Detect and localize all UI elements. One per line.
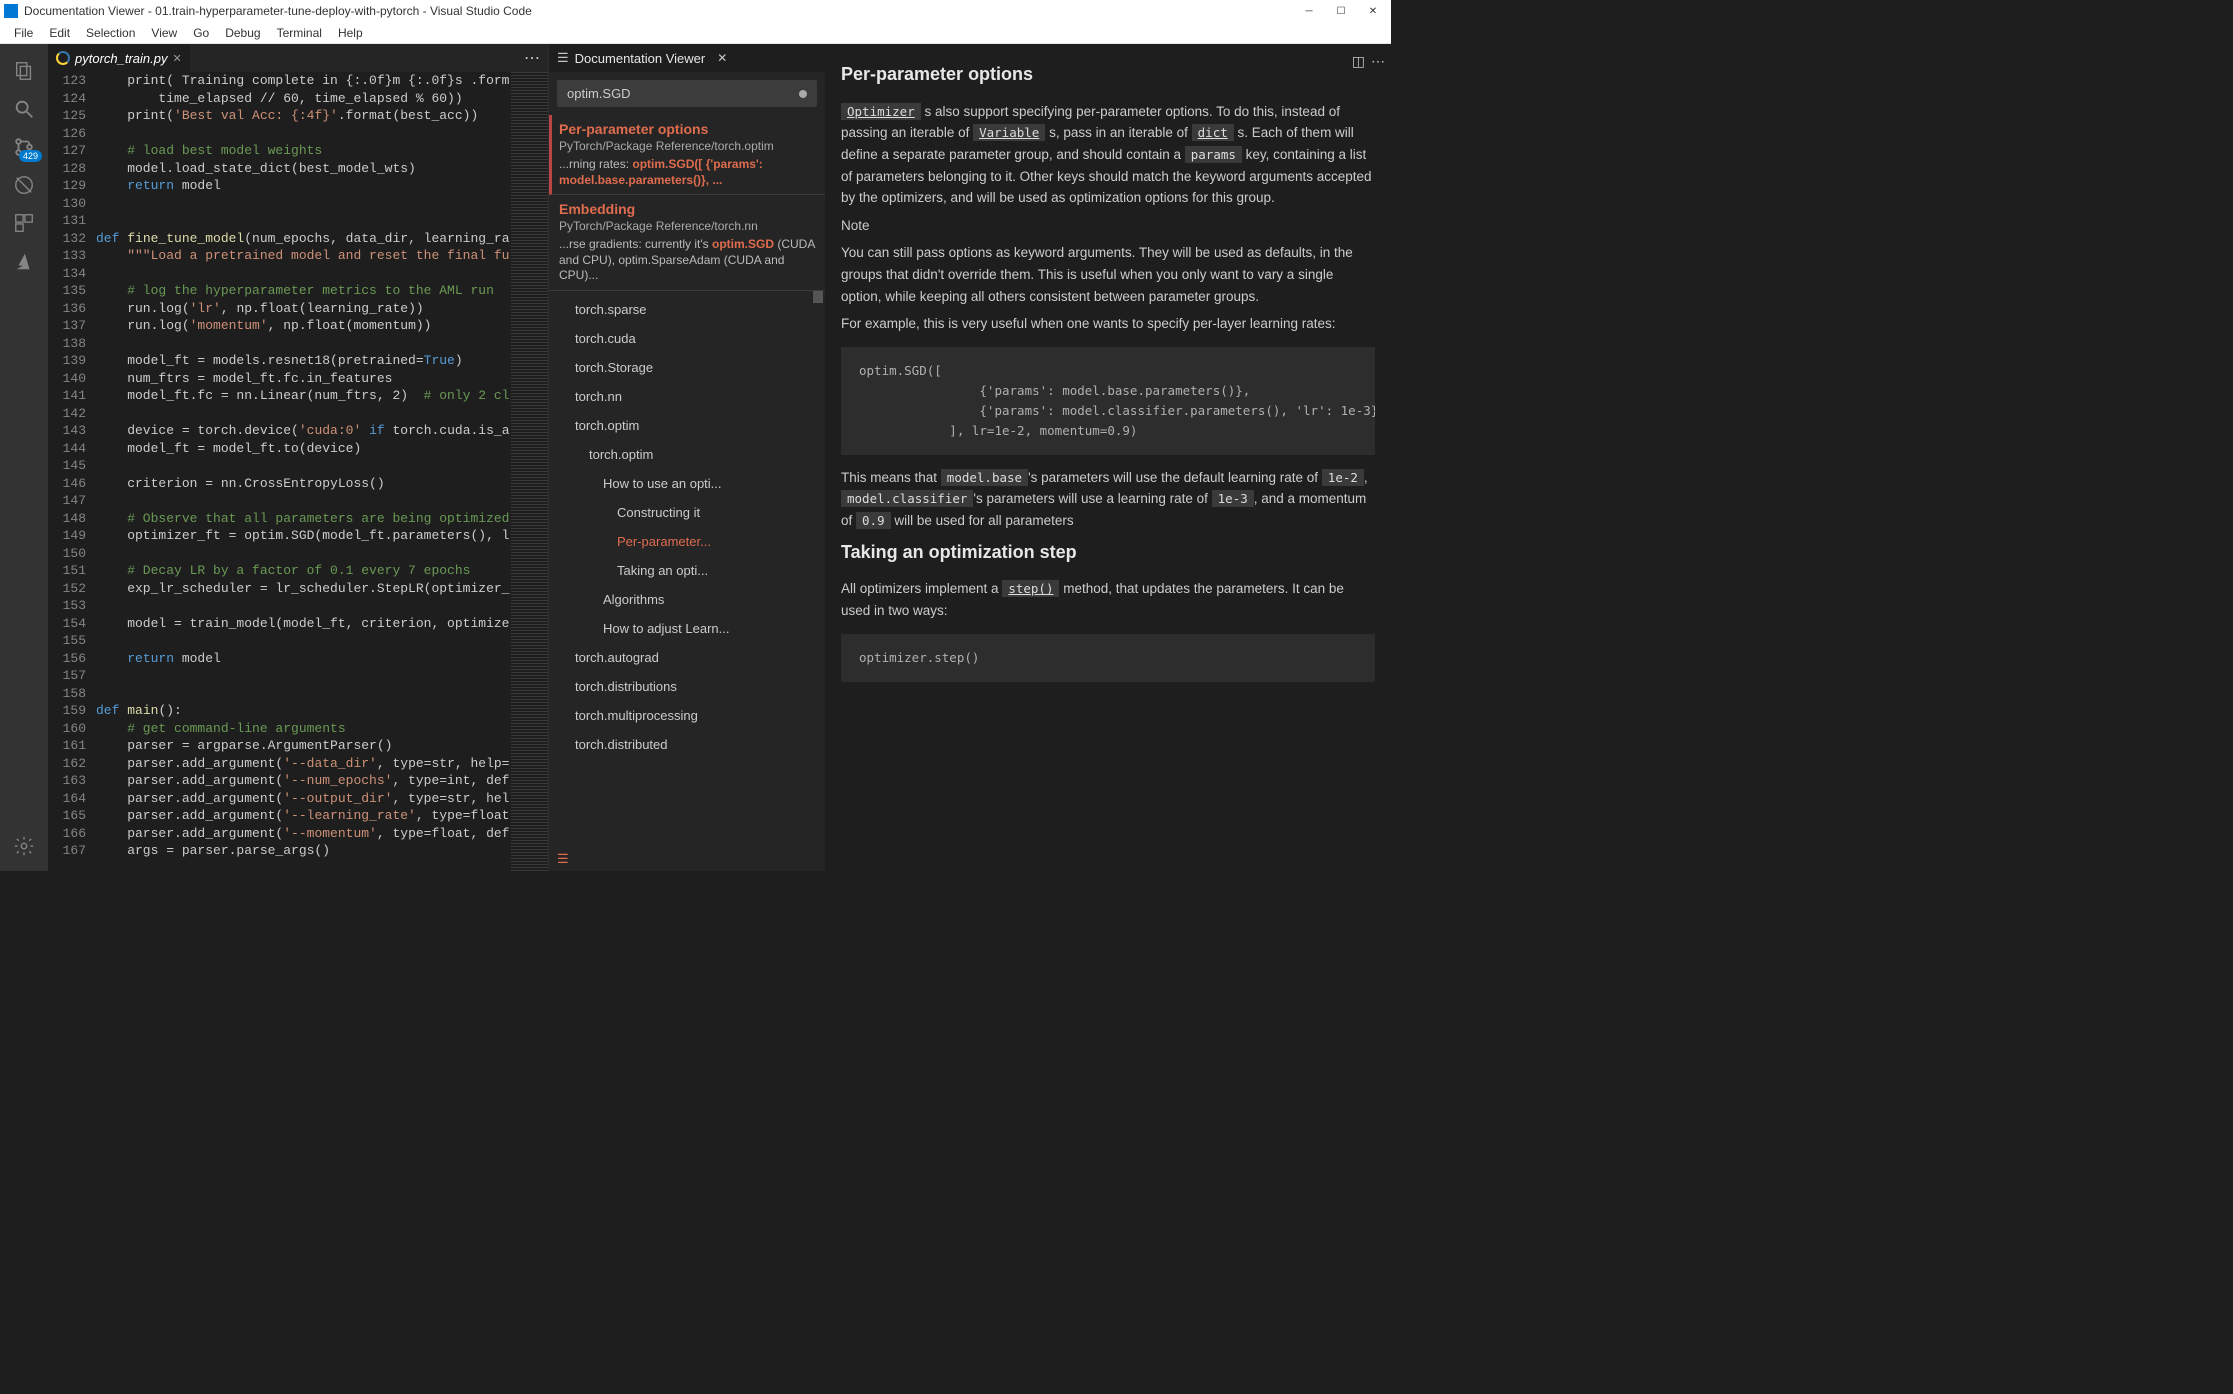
doc-titlebar: ☰ Documentation Viewer ✕ (549, 44, 825, 72)
note-label: Note (841, 215, 1375, 237)
code-editor[interactable]: 1231241251261271281291301311321331341351… (48, 72, 548, 871)
toc-item[interactable]: torch.sparse (549, 295, 825, 324)
editor-tabs: pytorch_train.py ✕ ⋯ (48, 44, 548, 72)
doc-toc[interactable]: torch.sparsetorch.cudatorch.Storagetorch… (549, 291, 825, 847)
tab-pytorch-train[interactable]: pytorch_train.py ✕ (48, 44, 191, 72)
code-params: params (1185, 146, 1242, 163)
menu-help[interactable]: Help (330, 24, 371, 42)
doc-heading: Taking an optimization step (841, 538, 1375, 567)
window-title: Documentation Viewer - 01.train-hyperpar… (24, 4, 1295, 18)
toc-item[interactable]: torch.multiprocessing (549, 701, 825, 730)
menu-bar: FileEditSelectionViewGoDebugTerminalHelp (0, 22, 1391, 44)
activity-bar: 429 (0, 44, 48, 871)
doc-search-input[interactable]: optim.SGD (557, 80, 817, 107)
code-block: optim.SGD([ {'params': model.base.parame… (841, 347, 1375, 455)
window-controls: ─ ☐ ✕ (1295, 0, 1387, 22)
search-result[interactable]: Per-parameter optionsPyTorch/Package Ref… (549, 115, 825, 195)
menu-selection[interactable]: Selection (78, 24, 143, 42)
split-editor-icon[interactable]: ◫ (1352, 50, 1365, 72)
toc-item[interactable]: How to adjust Learn... (549, 614, 825, 643)
search-result[interactable]: EmbeddingPyTorch/Package Reference/torch… (549, 195, 825, 291)
toc-item[interactable]: Taking an opti... (549, 556, 825, 585)
code-model-base: model.base (941, 469, 1028, 486)
title-bar: Documentation Viewer - 01.train-hyperpar… (0, 0, 1391, 22)
doc-paragraph: Optimizer s also support specifying per-… (841, 101, 1375, 209)
settings-icon[interactable] (0, 827, 48, 865)
toc-item[interactable]: Per-parameter... (549, 527, 825, 556)
code-model-classifier: model.classifier (841, 490, 973, 507)
code-optimizer[interactable]: Optimizer (841, 103, 921, 120)
menu-file[interactable]: File (6, 24, 41, 42)
more-icon[interactable]: ⋯ (1371, 50, 1385, 72)
code-09: 0.9 (856, 512, 891, 529)
toc-item[interactable]: torch.cuda (549, 324, 825, 353)
minimize-button[interactable]: ─ (1295, 0, 1323, 22)
dirty-indicator-icon (799, 90, 807, 98)
toc-item[interactable]: How to use an opti... (549, 469, 825, 498)
code-dict[interactable]: dict (1192, 124, 1234, 141)
python-file-icon (56, 51, 70, 65)
toc-item[interactable]: Constructing it (549, 498, 825, 527)
extensions-icon[interactable] (0, 204, 48, 242)
toc-item[interactable]: torch.nn (549, 382, 825, 411)
source-control-badge: 429 (19, 150, 42, 162)
hamburger-icon[interactable]: ☰ (549, 847, 825, 871)
vscode-icon (4, 4, 18, 18)
doc-sidebar: ☰ Documentation Viewer ✕ optim.SGD Per-p… (549, 44, 825, 871)
doc-content[interactable]: ◫ ⋯ Per-parameter options Optimizer s al… (825, 44, 1391, 871)
doc-paragraph: This means that model.base's parameters … (841, 467, 1375, 532)
menu-terminal[interactable]: Terminal (269, 24, 330, 42)
doc-heading: Per-parameter options (841, 60, 1375, 89)
editor-more-icon[interactable]: ⋯ (516, 48, 548, 68)
close-icon[interactable]: ✕ (717, 51, 727, 65)
explorer-icon[interactable] (0, 52, 48, 90)
code-step[interactable]: step() (1002, 580, 1059, 597)
maximize-button[interactable]: ☐ (1327, 0, 1355, 22)
minimap[interactable] (510, 72, 548, 871)
code-1e-2: 1e-2 (1322, 469, 1364, 486)
code-1e-3: 1e-3 (1212, 490, 1254, 507)
debug-icon[interactable] (0, 166, 48, 204)
toc-item[interactable]: torch.autograd (549, 643, 825, 672)
menu-debug[interactable]: Debug (217, 24, 268, 42)
menu-edit[interactable]: Edit (41, 24, 78, 42)
line-numbers: 1231241251261271281291301311321331341351… (48, 72, 96, 871)
toc-item[interactable]: torch.distributions (549, 672, 825, 701)
code-content: print( Training complete in {:.0f}m {:.0… (96, 72, 510, 871)
doc-paragraph: You can still pass options as keyword ar… (841, 242, 1375, 307)
search-value: optim.SGD (567, 86, 631, 101)
doc-panel-title: Documentation Viewer (575, 51, 706, 66)
doc-paragraph: All optimizers implement a step() method… (841, 578, 1375, 621)
search-icon[interactable] (0, 90, 48, 128)
azure-icon[interactable] (0, 242, 48, 280)
toc-item[interactable]: torch.optim (549, 411, 825, 440)
doc-paragraph: For example, this is very useful when on… (841, 313, 1375, 335)
toc-item[interactable]: torch.optim (549, 440, 825, 469)
menu-go[interactable]: Go (185, 24, 217, 42)
toc-item[interactable]: Algorithms (549, 585, 825, 614)
close-button[interactable]: ✕ (1359, 0, 1387, 22)
code-block: optimizer.step() (841, 634, 1375, 682)
scroll-indicator (813, 291, 823, 303)
source-control-icon[interactable]: 429 (0, 128, 48, 166)
code-variable[interactable]: Variable (973, 124, 1045, 141)
tab-label: pytorch_train.py (75, 51, 168, 66)
close-icon[interactable]: ✕ (173, 52, 182, 65)
menu-view[interactable]: View (143, 24, 185, 42)
hamburger-icon[interactable]: ☰ (557, 50, 569, 66)
toc-item[interactable]: torch.Storage (549, 353, 825, 382)
toc-item[interactable]: torch.distributed (549, 730, 825, 759)
